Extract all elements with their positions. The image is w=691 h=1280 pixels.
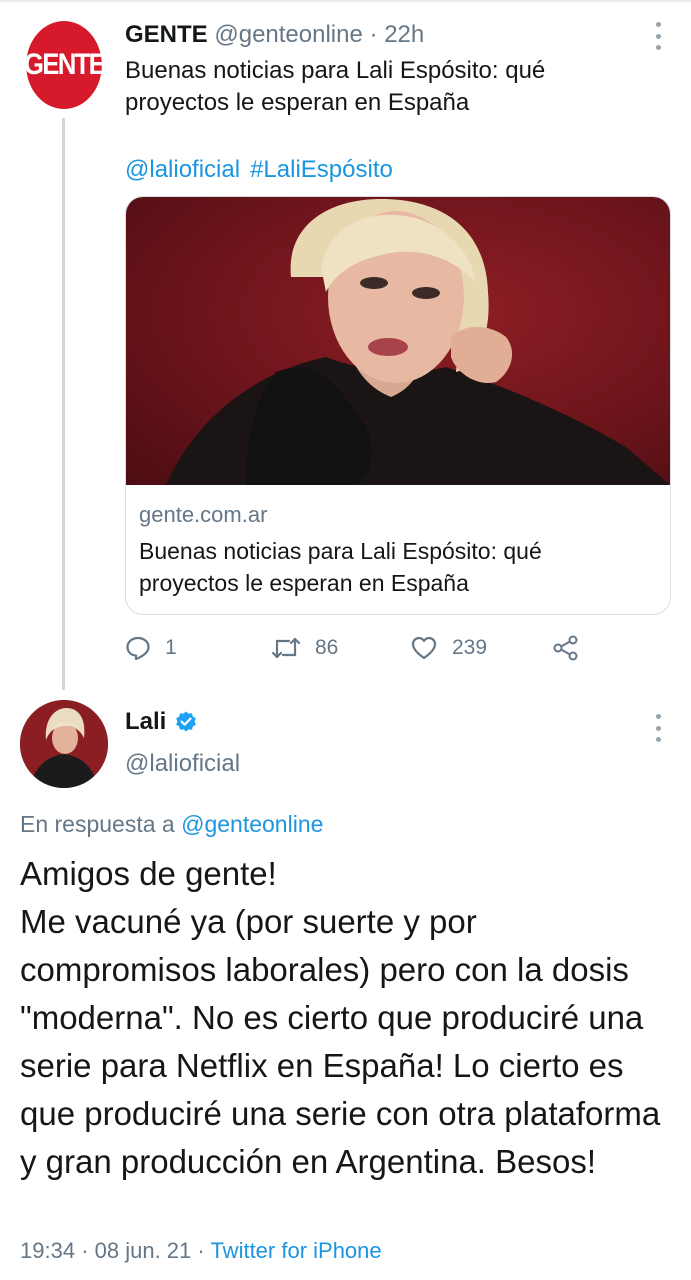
reply-source[interactable]: Twitter for iPhone	[210, 1238, 381, 1263]
thread-line	[62, 118, 65, 690]
retweet-icon	[271, 637, 301, 659]
reply-button[interactable]: 1	[125, 630, 177, 666]
share-icon	[553, 635, 578, 661]
retweet-button[interactable]: 86	[271, 630, 338, 666]
reply-text: Amigos de gente! Me vacuné ya (por suert…	[20, 855, 661, 1180]
tweet1-author-handle[interactable]: @genteonline	[214, 21, 362, 48]
reply-icon	[126, 636, 150, 661]
lali-author-handle[interactable]: @lalioficial	[125, 748, 240, 780]
more-icon[interactable]	[655, 22, 661, 50]
like-count: 239	[452, 636, 488, 659]
more-icon[interactable]	[655, 714, 661, 742]
top-divider	[0, 0, 691, 2]
tweet1-author-name[interactable]: GENTE	[125, 21, 208, 48]
tweet1-actions: 1 86 239	[125, 630, 595, 666]
tweet1-mention[interactable]: @lalioficial	[125, 156, 240, 183]
tweet1-time[interactable]: 22h	[384, 21, 424, 48]
link-card[interactable]: gente.com.ar Buenas noticias para Lali E…	[125, 196, 671, 615]
reply-date[interactable]: 08 jun. 21	[95, 1238, 192, 1263]
reply-prefix: En respuesta a	[20, 811, 175, 837]
card-image[interactable]	[126, 197, 670, 485]
lali-avatar[interactable]	[20, 700, 108, 788]
retweet-count: 86	[315, 636, 339, 659]
lali-name-text[interactable]: Lali	[125, 706, 166, 738]
tweet1-tags: @lalioficial #LaliEspósito	[125, 154, 403, 186]
share-button[interactable]	[552, 630, 594, 666]
card-domain: gente.com.ar	[139, 502, 268, 527]
like-button[interactable]: 239	[410, 630, 487, 666]
verified-badge-icon	[176, 711, 197, 732]
reply-count: 1	[165, 636, 177, 659]
tweet1-hashtag[interactable]: #LaliEspósito	[250, 156, 393, 183]
tweet1-header: GENTE @genteonline · 22h	[125, 20, 424, 50]
card-title: Buenas noticias para Lali Espósito: qué …	[139, 538, 542, 596]
reply-meta: 19:34 · 08 jun. 21 · Twitter for iPhone	[20, 1238, 382, 1263]
tweet1-text: Buenas noticias para Lali Espósito: qué …	[125, 57, 546, 116]
reply-time[interactable]: 19:34	[20, 1238, 75, 1263]
tweet1-separator: ·	[369, 21, 378, 48]
reply-mention[interactable]: @genteonline	[181, 811, 323, 837]
gente-avatar[interactable]: GENTE	[24, 21, 106, 109]
like-icon	[411, 636, 437, 660]
lali-author-name[interactable]: Lali	[125, 706, 198, 738]
reply-context: En respuesta a @genteonline	[20, 808, 323, 840]
